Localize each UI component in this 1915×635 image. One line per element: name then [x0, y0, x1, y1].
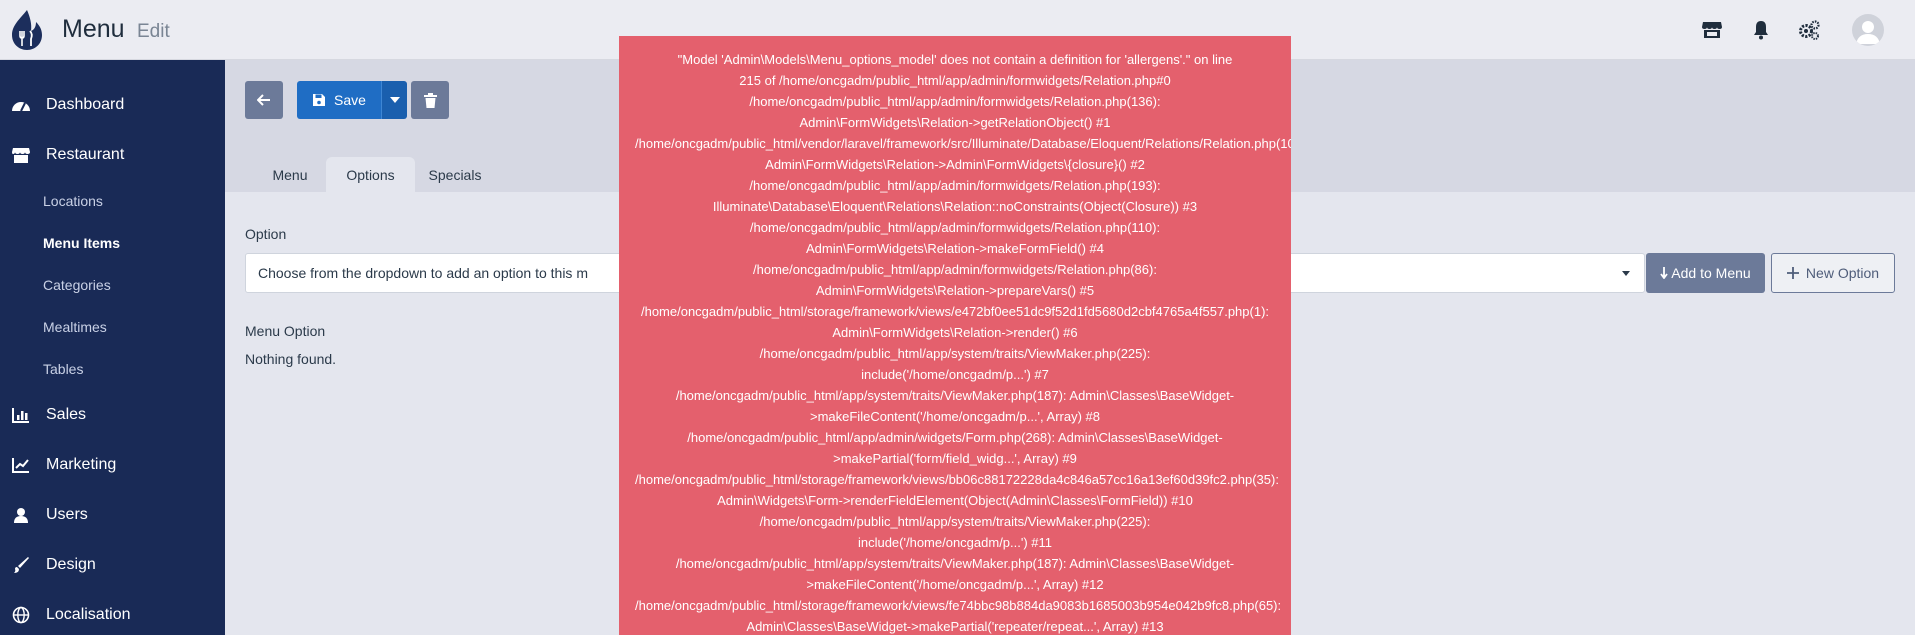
plus-icon [1786, 267, 1799, 279]
tab-specials[interactable]: Specials [420, 157, 490, 193]
sidebar-subitem-mealtimes[interactable]: Mealtimes [43, 312, 107, 342]
error-line: Illuminate\Database\Eloquent\Relations\R… [712, 199, 1198, 214]
sidebar-item-label: Marketing [46, 456, 117, 473]
page-subtitle: Edit [137, 21, 170, 42]
trash-icon [423, 92, 437, 108]
paint-brush-icon [10, 556, 32, 574]
avatar[interactable] [1852, 14, 1884, 46]
error-line: Admin\Classes\BaseWidget->makePartial('r… [746, 619, 1164, 634]
sidebar-item-label: Localisation [46, 606, 131, 623]
error-line: /home/oncgadm/public_html/storage/framew… [640, 304, 1270, 319]
sidebar-item-label: Sales [46, 406, 87, 423]
sidebar-item-dashboard[interactable]: Dashboard [0, 85, 225, 125]
error-line: /home/oncgadm/public_html/app/system/tra… [759, 346, 1151, 361]
sidebar-item-design[interactable]: Design [0, 545, 225, 585]
error-line: >makeFileContent('/home/oncgadm/p...', A… [809, 409, 1101, 424]
back-button[interactable] [245, 81, 283, 119]
new-option-label: New Option [1805, 265, 1880, 281]
sidebar-item-restaurant[interactable]: Restaurant [0, 135, 225, 175]
bell-icon[interactable] [1749, 18, 1773, 42]
new-option-button[interactable]: New Option [1771, 253, 1895, 293]
error-line: include('/home/oncgadm/p...') #11 [857, 535, 1053, 550]
error-line: /home/oncgadm/public_html/app/system/tra… [675, 388, 1235, 403]
sidebar-item-label: Restaurant [46, 146, 125, 163]
sidebar-item-label: Dashboard [46, 96, 125, 113]
sidebar-subitem-locations[interactable]: Locations [43, 186, 103, 216]
error-line: /home/oncgadm/public_html/app/system/tra… [675, 556, 1235, 571]
save-button[interactable]: Save [297, 81, 381, 119]
error-line: /home/oncgadm/public_html/storage/framew… [635, 472, 1279, 487]
store-icon [10, 146, 32, 164]
option-select-value: Choose from the dropdown to add an optio… [258, 265, 588, 281]
flame-logo-icon[interactable] [10, 9, 44, 51]
error-line: /home/oncgadm/public_html/app/admin/form… [749, 178, 1161, 193]
chart-bar-icon [10, 406, 32, 424]
sidebar-subitem-categories[interactable]: Categories [43, 270, 111, 300]
globe-icon [10, 606, 32, 624]
error-line: include('/home/oncgadm/p...') #7 [861, 367, 1049, 382]
settings-icon[interactable] [1797, 18, 1821, 42]
error-line: /home/oncgadm/public_html/app/admin/widg… [687, 430, 1223, 445]
error-line: /home/oncgadm/public_html/app/system/tra… [759, 514, 1151, 529]
store-icon[interactable] [1700, 18, 1724, 42]
error-line: /home/oncgadm/public_html/storage/framew… [635, 598, 1282, 613]
page-title: Menu [62, 15, 125, 43]
avatar-icon [1856, 21, 1880, 44]
error-line: >makeFileContent('/home/oncgadm/p...', A… [806, 577, 1104, 592]
caret-down-icon [389, 97, 400, 103]
error-line: /home/oncgadm/public_html/app/admin/form… [749, 220, 1161, 235]
sidebar: Dashboard Restaurant Locations Menu Item… [0, 60, 225, 635]
sidebar-item-marketing[interactable]: Marketing [0, 445, 225, 485]
sidebar-item-sales[interactable]: Sales [0, 395, 225, 435]
save-button-label: Save [334, 92, 366, 108]
chart-line-icon [10, 456, 32, 474]
add-to-menu-label: Add to Menu [1671, 265, 1751, 281]
error-line: Admin\FormWidgets\Relation->prepareVars(… [815, 283, 1095, 298]
tab-menu[interactable]: Menu [255, 157, 325, 193]
error-line: Admin\FormWidgets\Relation->render() #6 [832, 325, 1078, 340]
sidebar-item-label: Design [46, 556, 96, 573]
error-line: "Model 'Admin\Models\Menu_options_model'… [677, 52, 1233, 67]
user-icon [10, 506, 32, 524]
error-line: Admin\FormWidgets\Relation->getRelationO… [799, 115, 1111, 130]
sidebar-subitem-tables[interactable]: Tables [43, 354, 83, 384]
sidebar-item-label: Users [46, 506, 88, 523]
menu-option-label: Menu Option [245, 323, 326, 339]
error-line: Admin\FormWidgets\Relation->Admin\FormWi… [765, 157, 1145, 172]
chevron-down-icon [1622, 271, 1630, 276]
error-line: /home/oncgadm/public_html/app/admin/form… [749, 94, 1161, 109]
sidebar-item-users[interactable]: Users [0, 495, 225, 535]
error-line: >makePartial('form/field_widg...', Array… [833, 451, 1077, 466]
error-line: Admin\FormWidgets\Relation->makeFormFiel… [805, 241, 1104, 256]
save-icon [313, 94, 326, 106]
error-line: /home/oncgadm/public_html/vendor/laravel… [635, 136, 1291, 151]
error-line: Admin\Widgets\Form->renderFieldElement(O… [717, 493, 1193, 508]
save-dropdown-button[interactable] [381, 81, 407, 119]
error-line: /home/oncgadm/public_html/app/admin/form… [753, 262, 1157, 277]
error-alert: "Model 'Admin\Models\Menu_options_model'… [619, 36, 1291, 635]
option-label: Option [245, 226, 287, 242]
add-to-menu-button[interactable]: Add to Menu [1646, 253, 1765, 293]
error-line: 215 of /home/oncgadm/public_html/app/adm… [739, 73, 1171, 88]
empty-state-text: Nothing found. [245, 351, 337, 367]
delete-button[interactable] [411, 81, 449, 119]
dashboard-icon [10, 96, 32, 114]
arrow-down-icon [1660, 267, 1669, 279]
sidebar-item-localisation[interactable]: Localisation [0, 595, 225, 635]
tab-options[interactable]: Options [326, 157, 415, 193]
arrow-left-icon [257, 94, 270, 106]
sidebar-subitem-menu-items[interactable]: Menu Items [43, 228, 120, 258]
